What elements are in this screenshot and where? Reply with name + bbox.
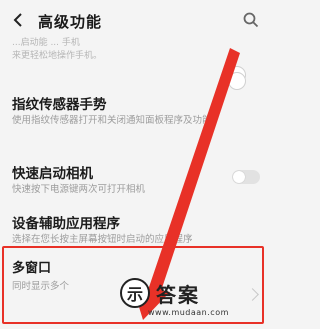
watermark-logo: 示 答案 <box>120 278 200 308</box>
watermark-symbol: 示 <box>120 278 150 308</box>
watermark-text: 答案 <box>156 282 200 307</box>
watermark-url: www.mudaan.com <box>148 308 229 317</box>
